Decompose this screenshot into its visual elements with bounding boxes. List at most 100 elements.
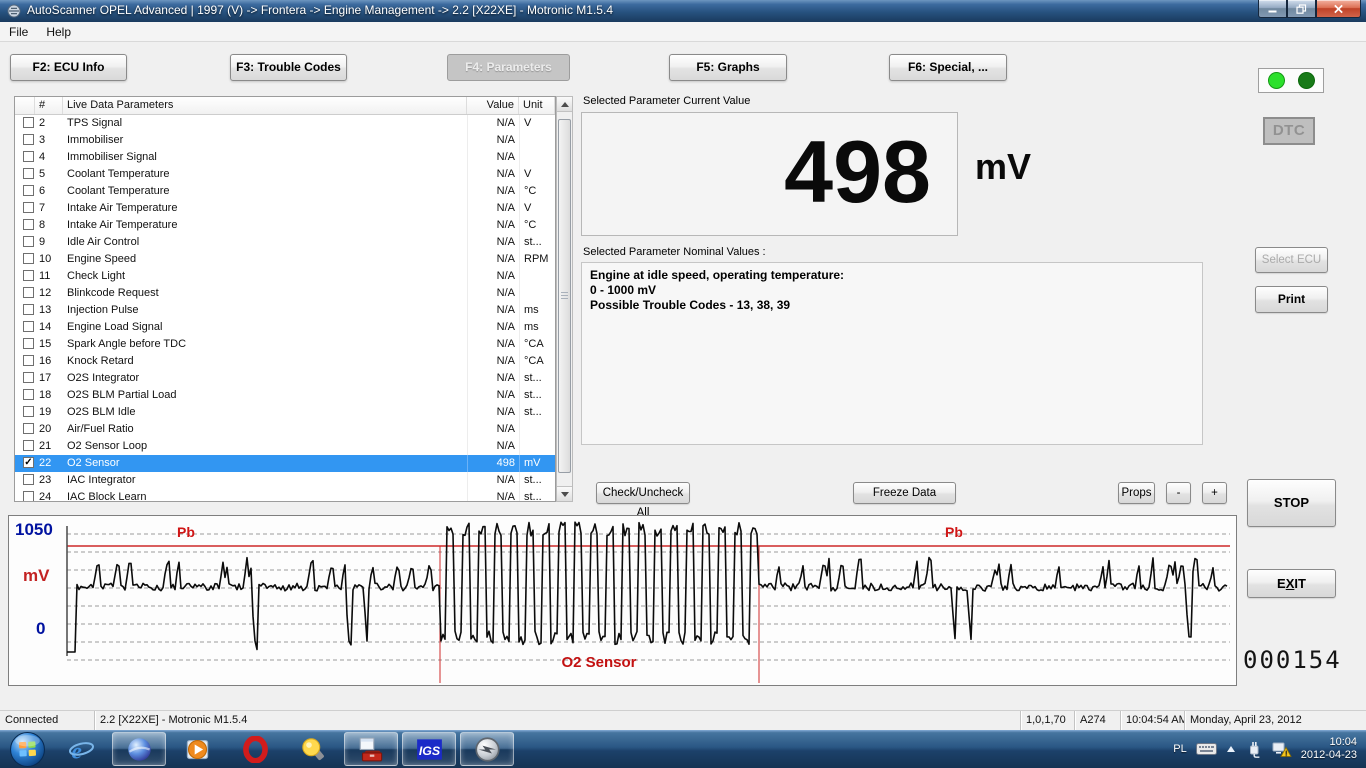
- row-number: 21: [35, 438, 63, 455]
- row-value: N/A: [467, 268, 519, 285]
- row-checkbox[interactable]: [15, 251, 35, 268]
- header-name: Live Data Parameters: [63, 97, 467, 114]
- print-button[interactable]: Print: [1255, 286, 1328, 313]
- close-button[interactable]: [1316, 0, 1361, 18]
- zoom-in-button[interactable]: +: [1202, 482, 1227, 504]
- main-area: F2: ECU Info F3: Trouble Codes F4: Param…: [0, 42, 1366, 710]
- row-checkbox[interactable]: [15, 268, 35, 285]
- show-hidden-icon[interactable]: [1226, 745, 1236, 753]
- status-bar: Connected 2.2 [X22XE] - Motronic M1.5.4 …: [0, 710, 1366, 730]
- row-checkbox[interactable]: [15, 285, 35, 302]
- table-row[interactable]: 14Engine Load SignalN/Ams: [15, 319, 555, 336]
- toolbox-app-icon[interactable]: [344, 732, 398, 766]
- row-number: 3: [35, 132, 63, 149]
- row-checkbox[interactable]: [15, 149, 35, 166]
- table-row[interactable]: 19O2S BLM IdleN/Ast...: [15, 404, 555, 421]
- row-checkbox[interactable]: [15, 200, 35, 217]
- row-checkbox[interactable]: [15, 319, 35, 336]
- table-row[interactable]: 12Blinkcode RequestN/A: [15, 285, 555, 302]
- desktop: AutoScanner OPEL Advanced | 1997 (V) -> …: [0, 0, 1366, 768]
- table-row[interactable]: 18O2S BLM Partial LoadN/Ast...: [15, 387, 555, 404]
- nominal-line: Possible Trouble Codes - 13, 38, 39: [590, 298, 1194, 313]
- freeze-data-button[interactable]: Freeze Data: [853, 482, 956, 504]
- row-checkbox[interactable]: [15, 370, 35, 387]
- scroll-up-button[interactable]: [557, 97, 572, 112]
- row-checkbox[interactable]: [15, 472, 35, 489]
- table-row[interactable]: 24IAC Block LearnN/Ast...: [15, 489, 555, 502]
- row-checkbox[interactable]: [15, 217, 35, 234]
- menu-help[interactable]: Help: [37, 22, 80, 41]
- keyboard-icon[interactable]: [1196, 742, 1217, 756]
- language-indicator[interactable]: PL: [1173, 743, 1186, 755]
- scrollbar-thumb[interactable]: [558, 119, 571, 473]
- table-row[interactable]: 2TPS SignalN/AV: [15, 115, 555, 132]
- select-ecu-button[interactable]: Select ECU: [1255, 247, 1328, 273]
- row-checkbox[interactable]: [15, 302, 35, 319]
- power-plug-icon[interactable]: [1245, 740, 1262, 758]
- row-value: N/A: [467, 234, 519, 251]
- table-row[interactable]: 16Knock RetardN/A°CA: [15, 353, 555, 370]
- row-checkbox[interactable]: [15, 489, 35, 502]
- f4-parameters-button[interactable]: F4: Parameters: [447, 54, 570, 81]
- menu-bar: File Help: [0, 22, 1366, 42]
- f6-special-button[interactable]: F6: Special, ...: [889, 54, 1007, 81]
- table-row[interactable]: 7Intake Air TemperatureN/AV: [15, 200, 555, 217]
- row-checkbox[interactable]: [15, 353, 35, 370]
- row-checkbox[interactable]: [15, 336, 35, 353]
- table-row[interactable]: 17O2S IntegratorN/Ast...: [15, 370, 555, 387]
- row-checkbox[interactable]: [15, 166, 35, 183]
- exit-button[interactable]: EXIT: [1247, 569, 1336, 598]
- network-warning-icon[interactable]: !: [1271, 741, 1292, 758]
- f2-ecu-info-button[interactable]: F2: ECU Info: [10, 54, 127, 81]
- row-value: N/A: [467, 319, 519, 336]
- table-row[interactable]: 15Spark Angle before TDCN/A°CA: [15, 336, 555, 353]
- row-number: 18: [35, 387, 63, 404]
- table-row[interactable]: 9Idle Air ControlN/Ast...: [15, 234, 555, 251]
- tray-clock[interactable]: 10:04 2012-04-23: [1301, 736, 1357, 762]
- restore-button[interactable]: [1287, 0, 1316, 18]
- table-row[interactable]: 3ImmobiliserN/A: [15, 132, 555, 149]
- table-row[interactable]: 11Check LightN/A: [15, 268, 555, 285]
- igs-app-icon[interactable]: IGS: [402, 732, 456, 766]
- row-name: O2S Integrator: [63, 370, 467, 387]
- table-row[interactable]: 21O2 Sensor LoopN/A: [15, 438, 555, 455]
- row-checkbox[interactable]: ✓: [15, 455, 35, 472]
- f3-trouble-codes-button[interactable]: F3: Trouble Codes: [230, 54, 347, 81]
- row-checkbox[interactable]: [15, 234, 35, 251]
- lightbulb-app-icon[interactable]: [286, 732, 340, 766]
- row-checkbox[interactable]: [15, 404, 35, 421]
- window-titlebar[interactable]: AutoScanner OPEL Advanced | 1997 (V) -> …: [0, 0, 1366, 22]
- f5-graphs-button[interactable]: F5: Graphs: [669, 54, 787, 81]
- row-checkbox[interactable]: [15, 421, 35, 438]
- check-uncheck-all-button[interactable]: Check/Uncheck All: [596, 482, 690, 504]
- table-row[interactable]: 10Engine SpeedN/ARPM: [15, 251, 555, 268]
- opera-icon[interactable]: [228, 732, 282, 766]
- minimize-button[interactable]: [1258, 0, 1287, 18]
- zoom-out-button[interactable]: -: [1166, 482, 1191, 504]
- status-led: [1298, 72, 1315, 89]
- row-checkbox[interactable]: [15, 115, 35, 132]
- table-row[interactable]: 4Immobiliser SignalN/A: [15, 149, 555, 166]
- table-row[interactable]: 6Coolant TemperatureN/A°C: [15, 183, 555, 200]
- scroll-down-button[interactable]: [557, 486, 572, 501]
- start-orb-icon[interactable]: [4, 732, 50, 766]
- row-checkbox[interactable]: [15, 183, 35, 200]
- media-player-icon[interactable]: [170, 732, 224, 766]
- table-scrollbar[interactable]: [556, 96, 573, 502]
- row-checkbox[interactable]: [15, 132, 35, 149]
- globe-app-icon[interactable]: [112, 732, 166, 766]
- row-checkbox[interactable]: [15, 438, 35, 455]
- props-button[interactable]: Props: [1118, 482, 1155, 504]
- row-value: N/A: [467, 115, 519, 132]
- menu-file[interactable]: File: [0, 22, 37, 41]
- table-row[interactable]: 5Coolant TemperatureN/AV: [15, 166, 555, 183]
- row-checkbox[interactable]: [15, 387, 35, 404]
- stop-button[interactable]: STOP: [1247, 479, 1336, 527]
- table-row[interactable]: 23IAC IntegratorN/Ast...: [15, 472, 555, 489]
- internet-explorer-icon[interactable]: e: [54, 732, 108, 766]
- table-row[interactable]: 13Injection PulseN/Ams: [15, 302, 555, 319]
- table-row[interactable]: ✓22O2 Sensor498mV: [15, 455, 555, 472]
- opel-app-icon[interactable]: [460, 732, 514, 766]
- table-row[interactable]: 8Intake Air TemperatureN/A°C: [15, 217, 555, 234]
- table-row[interactable]: 20Air/Fuel RatioN/A: [15, 421, 555, 438]
